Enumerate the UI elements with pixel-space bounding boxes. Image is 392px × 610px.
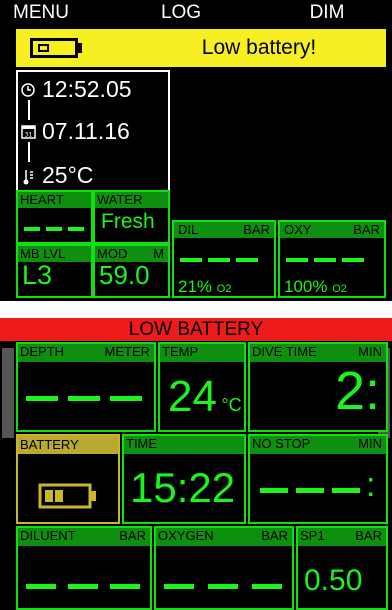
- low-battery-banner: Low battery!: [16, 29, 386, 67]
- mod-panel: MOD M 59.0: [93, 244, 170, 298]
- dive-time-label: DIVE TIME: [252, 344, 317, 359]
- no-stop-unit: MIN: [358, 436, 382, 451]
- oxy-value: 100%: [284, 277, 328, 296]
- no-stop-label: NO STOP: [252, 436, 311, 451]
- oxy-panel: OXY BAR 100% O2: [278, 220, 386, 298]
- dil-value: 21%: [178, 277, 213, 296]
- dive-time-value: 2:: [334, 361, 380, 421]
- dash: [236, 258, 258, 262]
- dil-panel: DIL BAR 21% O2: [172, 220, 276, 298]
- dash: [68, 227, 84, 231]
- dash: [286, 258, 308, 262]
- battery-label: BATTERY: [18, 436, 118, 454]
- mb-level-value: L3: [22, 260, 53, 290]
- heart-panel: HEART: [16, 190, 93, 244]
- depth-unit: METER: [104, 344, 151, 359]
- diluent-panel: DILUENT BAR: [16, 526, 152, 610]
- dive-computer-main-screen: MENU LOG DIM Low battery! 12:52.05 31 07…: [0, 0, 392, 301]
- alert-text: Low battery!: [201, 36, 317, 59]
- dash: [208, 258, 230, 262]
- dil-unit: BAR: [243, 222, 270, 237]
- depth-label: DEPTH: [20, 344, 65, 359]
- dash: [208, 584, 238, 589]
- no-stop-panel: NO STOP MIN :: [248, 434, 388, 524]
- oxygen-panel: OXYGEN BAR: [154, 526, 294, 610]
- colon-separator: :: [366, 466, 376, 504]
- dive-time-unit: MIN: [358, 344, 382, 359]
- setpoint-panel: SP1 BAR 0.50: [296, 526, 388, 610]
- water-value: Fresh: [101, 210, 155, 233]
- diluent-label: DILUENT: [20, 528, 76, 543]
- battery-low-icon: [38, 483, 96, 509]
- dash: [68, 584, 98, 589]
- time-value: 15:22: [130, 464, 236, 511]
- mod-unit: M: [153, 246, 164, 261]
- left-scrollbar: [2, 348, 14, 438]
- dash: [26, 584, 56, 589]
- dash: [296, 488, 324, 493]
- mod-value: 59.0: [99, 260, 150, 290]
- dash: [164, 584, 194, 589]
- log-button[interactable]: LOG: [146, 0, 216, 26]
- battery-panel: BATTERY: [16, 434, 120, 524]
- oxygen-unit: BAR: [261, 528, 288, 543]
- temp-value: 24: [168, 372, 217, 421]
- dash: [26, 396, 58, 401]
- mb-level-panel: MB LVL L3: [16, 244, 93, 298]
- mod-label: MOD: [97, 246, 128, 261]
- temp-unit: °C: [221, 395, 242, 415]
- time-value: 12:52.05: [42, 76, 132, 102]
- dive-time-panel: DIVE TIME MIN 2:: [248, 342, 388, 432]
- oxy-label: OXY: [284, 222, 312, 237]
- setpoint-value: 0.50: [304, 564, 363, 597]
- setpoint-label: SP1: [300, 528, 325, 543]
- menu-button[interactable]: MENU: [6, 0, 76, 26]
- dash: [314, 258, 336, 262]
- dash: [68, 396, 100, 401]
- heart-label: HEART: [18, 192, 91, 208]
- dil-label: DIL: [178, 222, 199, 237]
- oxygen-label: OXYGEN: [158, 528, 214, 543]
- dive-computer-dive-screen: LOW BATTERY DEPTH METER TEMP 24 °C DIVE …: [0, 318, 392, 610]
- dash: [332, 488, 360, 493]
- dash: [252, 584, 282, 589]
- temperature-value: 25°C: [42, 162, 94, 188]
- oxy-unit: BAR: [353, 222, 380, 237]
- calendar-icon: 31: [21, 125, 36, 139]
- dim-button[interactable]: DIM: [292, 0, 362, 26]
- dash: [46, 227, 62, 231]
- clock-icon: [21, 83, 35, 97]
- water-panel: WATER Fresh: [93, 190, 170, 244]
- time-label: TIME: [124, 436, 244, 454]
- dash: [260, 488, 288, 493]
- svg-text:31: 31: [25, 132, 33, 139]
- date-value: 07.11.16: [42, 118, 130, 144]
- water-label: WATER: [95, 192, 168, 208]
- dash: [110, 584, 140, 589]
- dash: [24, 227, 40, 231]
- dash: [180, 258, 202, 262]
- diluent-unit: BAR: [119, 528, 146, 543]
- time-panel: TIME 15:22: [122, 434, 246, 524]
- dash: [110, 396, 142, 401]
- setpoint-unit: BAR: [355, 528, 382, 543]
- oxy-o2-suffix: O2: [332, 283, 347, 295]
- low-battery-header: LOW BATTERY: [0, 318, 392, 341]
- depth-panel: DEPTH METER: [16, 342, 156, 432]
- temp-panel: TEMP 24 °C: [158, 342, 246, 432]
- dash: [342, 258, 364, 262]
- temp-label: TEMP: [160, 344, 244, 362]
- thermometer-icon: [23, 170, 33, 185]
- dil-o2-suffix: O2: [216, 283, 232, 295]
- connector-line: [28, 142, 30, 162]
- connector-line: [28, 100, 30, 120]
